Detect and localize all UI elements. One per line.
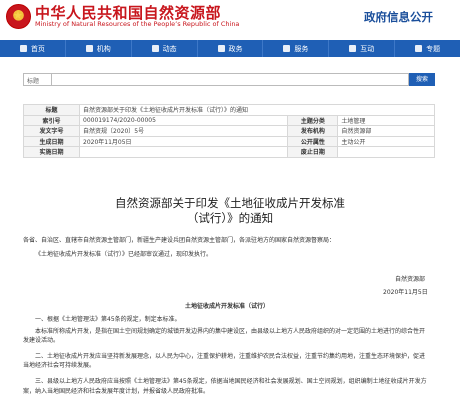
paragraph-1: 一、根据《土地管理法》第45条的规定，制定本标准。: [35, 316, 181, 323]
service-icon: [283, 45, 291, 52]
paragraph-3: 二、土地征收成片开发应当坚持新发展理念，以人民为中心，注重保护耕地，注重维护农民…: [35, 353, 426, 360]
table-row: 生成日期 2020年11月05日 公开属性 主动公开: [23, 135, 435, 147]
main-nav: 首页 机构 动态 政务 服务 互动 专题: [0, 40, 460, 57]
meta-label-docno: 发文字号: [23, 125, 80, 137]
document-metadata-table: 标题 自然资源部关于印发《土地征收成片开发标准（试行）》的通知 索引号 0000…: [23, 104, 435, 158]
paragraph-3-cont: 当地经济社会可持续发展。: [23, 362, 96, 369]
nav-item-label: 首页: [30, 44, 45, 53]
national-emblem-icon: [6, 4, 31, 29]
nav-item-home[interactable]: 首页: [0, 40, 66, 57]
paragraph-2-cont: 发建设活动。: [23, 337, 60, 344]
search-bar: 标题 搜索: [23, 73, 443, 86]
meta-value-subject: 土地管理: [337, 114, 435, 126]
nav-item-label: 政务: [228, 44, 243, 53]
meta-value-attr: 主动公开: [337, 135, 435, 147]
meta-label-title: 标题: [23, 104, 80, 116]
search-button[interactable]: 搜索: [409, 73, 435, 86]
table-row: 实施日期 废止日期: [23, 146, 435, 158]
meta-value-effective: [78, 146, 289, 158]
document-title-line: （试行）》的通知: [186, 211, 274, 225]
meta-value-title: 自然资源部关于印发《土地征收成片开发标准（试行）》的通知: [79, 104, 435, 116]
nav-item-label: 机构: [96, 44, 111, 53]
document-title-line: 自然资源部关于印发《土地征收成片开发标准: [115, 196, 345, 210]
chat-icon: [349, 45, 357, 52]
paragraph-2: 本标准所称成片开发，是指在国土空间规划确定的城镇开发边界内的集中建设区，由县级以…: [35, 328, 426, 335]
topic-icon: [415, 45, 423, 52]
paragraph-4: 三、县级以上地方人民政府应当按照《土地管理法》第45条规定，依据当地国民经济和社…: [35, 378, 427, 385]
nav-item-label: 专题: [426, 44, 441, 53]
nav-item-label: 动态: [162, 44, 177, 53]
meta-label-effective: 实施日期: [23, 146, 80, 158]
table-row: 标题 自然资源部关于印发《土地征收成片开发标准（试行）》的通知: [23, 104, 435, 116]
standard-title: 土地征收成片开发标准（试行）: [185, 303, 270, 310]
meta-label-expire: 废止日期: [287, 146, 339, 158]
nav-item-label: 服务: [294, 44, 309, 53]
nav-item-news[interactable]: 动态: [132, 40, 198, 57]
site-header: 中华人民共和国自然资源部 Ministry of Natural Resourc…: [0, 0, 460, 40]
nav-item-topics[interactable]: 专题: [395, 40, 460, 57]
nav-item-government[interactable]: 政务: [198, 40, 264, 57]
signer-text: 自然资源部: [395, 276, 426, 283]
paragraph-4-cont: 案，纳入当地国民经济和社会发展年度计划，并报省级人民政府批准。: [23, 388, 210, 395]
meta-value-created: 2020年11月05日: [78, 135, 289, 147]
meta-label-subject: 主题分类: [287, 114, 339, 126]
meta-value-docno: 自然资规〔2020〕5号: [78, 125, 289, 137]
date-text: 2020年11月5日: [383, 289, 428, 296]
home-icon: [19, 45, 27, 52]
recipients-text: 各省、自治区、直辖市自然资源主管部门，新疆生产建设兵团自然资源主管部门，各派驻地…: [23, 237, 336, 244]
table-row: 索引号 000019174/2020-00005 主题分类 土地管理: [23, 114, 435, 126]
news-icon: [151, 45, 159, 52]
search-field-select[interactable]: 标题: [23, 73, 52, 86]
nav-item-service[interactable]: 服务: [263, 40, 330, 57]
meta-label-index: 索引号: [23, 114, 80, 126]
table-row: 发文字号 自然资规〔2020〕5号 发布机构 自然资源部: [23, 125, 435, 137]
meta-value-index: 000019174/2020-00005: [78, 114, 289, 126]
ministry-name-en: Ministry of Natural Resources of the Peo…: [35, 20, 240, 28]
document-title: 自然资源部关于印发《土地征收成片开发标准 （试行）》的通知: [0, 196, 460, 226]
gov-icon: [217, 45, 225, 52]
meta-value-issuer: 自然资源部: [337, 125, 435, 137]
intro-text: 《土地征收成片开发标准（试行）》已经部审议通过，现印发执行。: [35, 251, 213, 258]
nav-item-interaction[interactable]: 互动: [329, 40, 396, 57]
meta-label-created: 生成日期: [23, 135, 80, 147]
search-input[interactable]: [52, 73, 409, 86]
building-icon: [85, 45, 93, 52]
meta-value-expire: [337, 146, 435, 158]
nav-item-label: 互动: [360, 44, 375, 53]
meta-label-attr: 公开属性: [287, 135, 339, 147]
meta-label-issuer: 发布机构: [287, 125, 339, 137]
nav-item-organization[interactable]: 机构: [66, 40, 132, 57]
site-title[interactable]: 政府信息公开: [364, 9, 433, 25]
